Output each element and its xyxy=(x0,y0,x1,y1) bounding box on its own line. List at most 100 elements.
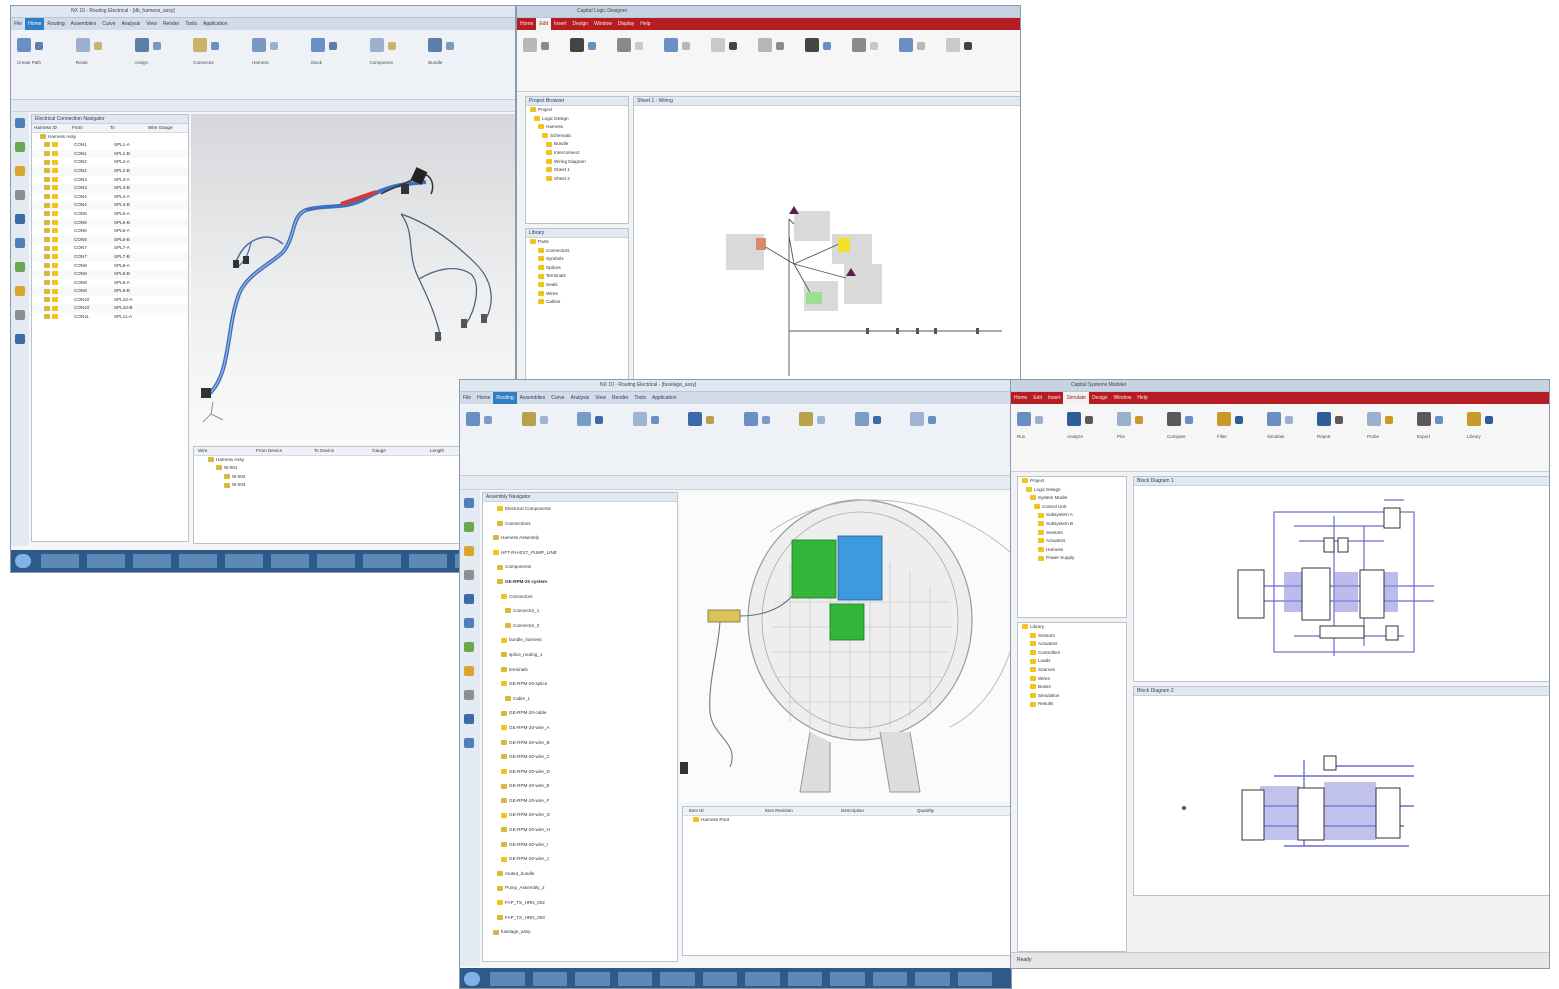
resource-bar-icon[interactable] xyxy=(15,166,25,176)
tab-insert[interactable]: Insert xyxy=(1045,392,1064,404)
resource-bar-icon[interactable] xyxy=(15,214,25,224)
tree-item[interactable]: GE-RPM-20-wire_A xyxy=(483,721,677,736)
taskbar-app-icon[interactable] xyxy=(41,554,79,568)
ribbon-button-icon[interactable] xyxy=(193,38,208,52)
resource-bar-icon[interactable] xyxy=(15,190,25,200)
tree-item[interactable]: Splices xyxy=(526,264,628,273)
column-header[interactable]: Item ID xyxy=(683,807,759,815)
tree-item[interactable]: Parts xyxy=(526,238,628,247)
ribbon-small-icon[interactable] xyxy=(872,416,881,424)
resource-bar-icon[interactable] xyxy=(15,118,25,128)
ribbon-small-icon[interactable] xyxy=(823,42,831,50)
table-row[interactable]: CON6 SPL6-A xyxy=(32,227,188,236)
ribbon-small-icon[interactable] xyxy=(682,42,690,50)
ribbon-small-icon[interactable] xyxy=(152,42,161,50)
ribbon-button-icon[interactable] xyxy=(758,38,772,52)
resource-bar-icon[interactable] xyxy=(464,522,474,532)
tree-item[interactable]: Connections xyxy=(483,517,677,532)
resource-bar-icon[interactable] xyxy=(15,334,25,344)
tree-item[interactable]: Wires xyxy=(526,290,628,299)
ribbon-button-icon[interactable] xyxy=(1467,412,1481,426)
taskbar-app-icon[interactable] xyxy=(490,972,525,986)
start-button-icon[interactable] xyxy=(15,554,31,568)
tree-item[interactable]: Components xyxy=(483,560,677,575)
ribbon-button-icon[interactable] xyxy=(369,38,384,52)
ribbon-small-icon[interactable] xyxy=(541,42,549,50)
table-row[interactable]: CON3 SPL3-A xyxy=(32,176,188,185)
ribbon-small-icon[interactable] xyxy=(595,416,604,424)
ribbon-button-icon[interactable] xyxy=(252,38,266,52)
tree-item[interactable]: FAP_TS_HRN_002 xyxy=(483,896,677,911)
ribbon-button-icon[interactable] xyxy=(664,38,678,52)
ribbon-button-icon[interactable] xyxy=(521,412,536,426)
ribbon-small-icon[interactable] xyxy=(387,42,396,50)
tab-analysis[interactable]: Analysis xyxy=(568,392,593,404)
column-header[interactable]: Gauge xyxy=(368,447,426,455)
taskbar-app-icon[interactable] xyxy=(702,972,737,986)
tree-item[interactable]: Connector_1 xyxy=(483,604,677,619)
tree-item[interactable]: GE-RPM-20-cable xyxy=(483,706,677,721)
tree-item[interactable]: Connector_2 xyxy=(483,619,677,634)
table-row[interactable]: CON8 SPL8-B xyxy=(32,270,188,279)
taskbar-app-icon[interactable] xyxy=(617,972,652,986)
taskbar-app-icon[interactable] xyxy=(830,972,865,986)
tab-view[interactable]: View xyxy=(143,18,160,30)
tree-item[interactable]: Schematic xyxy=(526,132,628,141)
ribbon-small-icon[interactable] xyxy=(761,416,770,424)
column-header[interactable]: Item Revision xyxy=(759,807,835,815)
tab-home[interactable]: Home xyxy=(474,392,493,404)
table-row[interactable]: CON9 SPL9-A xyxy=(32,279,188,288)
ribbon-small-icon[interactable] xyxy=(1085,416,1093,424)
resource-bar-icon[interactable] xyxy=(464,618,474,628)
block-diagram-bottom[interactable]: Block Diagram 2 xyxy=(1133,686,1549,896)
tree-item[interactable]: Connectors xyxy=(483,590,677,605)
tree-item[interactable]: Cable_1 xyxy=(483,692,677,707)
ribbon-button-icon[interactable] xyxy=(1317,412,1331,426)
taskbar-app-icon[interactable] xyxy=(532,972,567,986)
tree-item[interactable]: GE-RPM-20-wire_F xyxy=(483,794,677,809)
ribbon-button-icon[interactable] xyxy=(688,412,703,426)
tab-edit[interactable]: Edit xyxy=(1030,392,1045,404)
tree-item[interactable]: GE-RPM-20-wire_D xyxy=(483,765,677,780)
tree-item[interactable]: Subsystem B xyxy=(1018,520,1126,529)
tree-item[interactable]: Wires xyxy=(1018,675,1126,684)
ribbon-button-icon[interactable] xyxy=(1417,412,1431,426)
tree-item[interactable]: Seals xyxy=(526,281,628,290)
ribbon-button-icon[interactable] xyxy=(1217,412,1231,426)
tab-help[interactable]: Help xyxy=(637,18,653,30)
tab-tools[interactable]: Tools xyxy=(182,18,200,30)
resource-bar-icon[interactable] xyxy=(15,286,25,296)
tab-application[interactable]: Application xyxy=(200,18,230,30)
tab-assemblies[interactable]: Assemblies xyxy=(68,18,100,30)
resource-bar-icon[interactable] xyxy=(15,238,25,248)
ribbon-button-icon[interactable] xyxy=(711,38,725,52)
tree-item[interactable]: Symbols xyxy=(526,255,628,264)
tree-item[interactable]: GE-RPM-20-wire_I xyxy=(483,838,677,853)
taskbar-app-icon[interactable] xyxy=(787,972,822,986)
tab-display[interactable]: Display xyxy=(615,18,637,30)
tab-window[interactable]: Window xyxy=(1111,392,1135,404)
tree-item[interactable]: Power Supply xyxy=(1018,554,1126,563)
ribbon-small-icon[interactable] xyxy=(635,42,643,50)
tree-item[interactable]: splice_routing_1 xyxy=(483,648,677,663)
taskbar-app-icon[interactable] xyxy=(271,554,309,568)
tab-insert[interactable]: Insert xyxy=(551,18,570,30)
ribbon-button-icon[interactable] xyxy=(523,38,537,52)
tree-item[interactable]: fuselage_assy xyxy=(483,925,677,940)
tab-simulate[interactable]: Simulate xyxy=(1063,392,1089,404)
tree-item[interactable]: Control Unit xyxy=(1018,503,1126,512)
ribbon-button-icon[interactable] xyxy=(1017,412,1031,426)
tree-item[interactable]: GE-RPM-20-wire_G xyxy=(483,808,677,823)
ribbon-button-icon[interactable] xyxy=(17,38,31,52)
ribbon-button-icon[interactable] xyxy=(1067,412,1081,426)
tree-item[interactable]: Subsystem A xyxy=(1018,511,1126,520)
taskbar-app-icon[interactable] xyxy=(87,554,125,568)
column-header[interactable]: From xyxy=(70,124,108,132)
taskbar-app-icon[interactable] xyxy=(957,972,992,986)
tree-item[interactable]: Interconnect xyxy=(526,149,628,158)
table-row[interactable]: CON6 SPL6-B xyxy=(32,235,188,245)
start-button-icon[interactable] xyxy=(464,972,480,986)
tab-render[interactable]: Render xyxy=(160,18,182,30)
ribbon-small-icon[interactable] xyxy=(1485,416,1493,424)
ribbon-button-icon[interactable] xyxy=(134,38,149,52)
